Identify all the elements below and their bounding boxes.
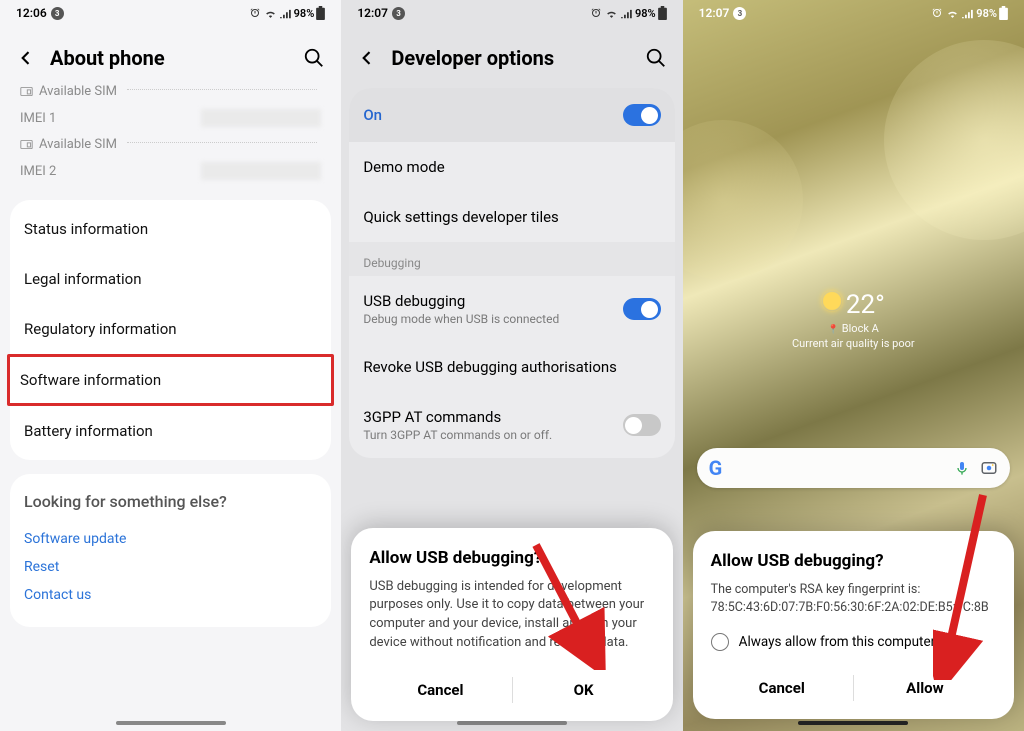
phone-screen-about: 12:06 3 98% About phone Available SIM IM… (0, 0, 341, 731)
battery-icon (316, 6, 325, 20)
imei-1-value-redacted (201, 109, 321, 127)
item-quick-tiles[interactable]: Quick settings developer tiles (349, 192, 674, 242)
device-info-block: Available SIM IMEI 1 Available SIM IMEI … (0, 84, 341, 190)
google-logo-icon: G (709, 456, 723, 480)
page-header: About phone (0, 26, 341, 84)
usb-debug-sub: Debug mode when USB is connected (363, 312, 559, 326)
wifi-icon (264, 8, 277, 19)
imei-2-value-redacted (201, 162, 321, 180)
item-revoke-auth[interactable]: Revoke USB debugging authorisations (349, 342, 674, 392)
usb-debug-dialog: Allow USB debugging? USB debugging is in… (351, 528, 672, 721)
phone-screen-lockscreen-dialog: 12:07 3 98% 22° 📍 Block A Current air qu… (683, 0, 1024, 731)
link-software-update[interactable]: Software update (24, 525, 317, 553)
battery-icon (658, 6, 667, 20)
location-pin-icon: 📍 (828, 325, 839, 335)
toggle-off-icon[interactable] (623, 414, 661, 436)
page-header: Developer options (341, 26, 682, 84)
toggle-on-icon[interactable] (623, 298, 661, 320)
weather-widget[interactable]: 22° 📍 Block A Current air quality is poo… (683, 290, 1024, 350)
battery-icon (999, 6, 1008, 20)
available-sim-2: Available SIM (39, 137, 117, 152)
air-quality: Current air quality is poor (683, 337, 1024, 350)
phone-screen-dev-options: 12:07 3 98% Developer options On Demo mo… (341, 0, 682, 731)
battery-percent: 98% (294, 7, 315, 20)
sun-icon (822, 291, 842, 311)
status-bar: 12:07 3 98% (341, 0, 682, 26)
item-3gpp-commands[interactable]: 3GPP AT commands Turn 3GPP AT commands o… (349, 392, 674, 458)
location-name: Block A (842, 322, 879, 335)
signal-icon (280, 8, 292, 19)
item-software-info[interactable]: Software information (7, 354, 334, 406)
dialog-body: USB debugging is intended for developmen… (369, 578, 654, 653)
wifi-icon (605, 8, 618, 19)
imei-2-label: IMEI 2 (20, 164, 56, 179)
notification-dot-icon: 3 (392, 7, 405, 20)
dialog-title: Allow USB debugging? (369, 548, 654, 568)
notification-dot-icon: 3 (733, 7, 746, 20)
wallpaper-bokeh (683, 120, 803, 280)
notification-dot-icon: 3 (51, 7, 64, 20)
section-debugging: Debugging (349, 242, 674, 276)
search-icon[interactable] (645, 47, 667, 69)
related-links-card: Looking for something else? Software upd… (10, 474, 331, 627)
cancel-button[interactable]: Cancel (711, 667, 853, 709)
sim-icon (20, 86, 33, 97)
gpp-sub: Turn 3GPP AT commands on or off. (363, 428, 552, 442)
wifi-icon (946, 8, 959, 19)
alarm-icon (249, 7, 261, 19)
item-status-info[interactable]: Status information (10, 204, 331, 254)
status-bar: 12:06 3 98% (0, 0, 341, 26)
battery-percent: 98% (976, 7, 997, 20)
related-title: Looking for something else? (24, 492, 317, 511)
status-time: 12:07 (699, 6, 730, 20)
info-list-card: Status information Legal information Reg… (10, 200, 331, 460)
item-regulatory-info[interactable]: Regulatory information (10, 304, 331, 354)
battery-percent: 98% (635, 7, 656, 20)
sim-icon (20, 139, 33, 150)
signal-icon (962, 8, 974, 19)
home-indicator[interactable] (798, 721, 908, 725)
item-legal-info[interactable]: Legal information (10, 254, 331, 304)
item-demo-mode[interactable]: Demo mode (349, 142, 674, 192)
page-title: About phone (50, 46, 289, 70)
alarm-icon (931, 7, 943, 19)
ok-button[interactable]: OK (513, 669, 655, 711)
item-battery-info[interactable]: Battery information (10, 406, 331, 456)
back-icon[interactable] (357, 48, 377, 68)
link-contact-us[interactable]: Contact us (24, 581, 317, 609)
search-icon[interactable] (303, 47, 325, 69)
status-time: 12:06 (16, 6, 47, 20)
lens-icon[interactable] (980, 459, 998, 477)
mic-icon[interactable] (954, 459, 970, 477)
gpp-title: 3GPP AT commands (363, 408, 501, 426)
checkbox-icon[interactable] (711, 633, 729, 651)
dev-options-master-toggle[interactable]: On (349, 88, 674, 142)
settings-list: On Demo mode Quick settings developer ti… (349, 88, 674, 458)
home-indicator[interactable] (116, 721, 226, 725)
link-reset[interactable]: Reset (24, 553, 317, 581)
item-usb-debugging[interactable]: USB debugging Debug mode when USB is con… (349, 276, 674, 342)
annotation-arrow-icon (933, 490, 993, 680)
page-title: Developer options (391, 46, 630, 70)
toggle-on-icon[interactable] (623, 104, 661, 126)
google-search-bar[interactable]: G (697, 448, 1010, 488)
alarm-icon (590, 7, 602, 19)
status-icons (249, 7, 292, 19)
temperature: 22° (846, 290, 885, 320)
wallpaper-bokeh (884, 40, 1024, 240)
cancel-button[interactable]: Cancel (369, 669, 511, 711)
back-icon[interactable] (16, 48, 36, 68)
signal-icon (621, 8, 633, 19)
always-allow-label: Always allow from this computer (739, 634, 936, 650)
imei-1-label: IMEI 1 (20, 111, 56, 126)
status-bar: 12:07 3 98% (683, 0, 1024, 26)
home-indicator[interactable] (457, 721, 567, 725)
available-sim-1: Available SIM (39, 84, 117, 99)
status-time: 12:07 (357, 6, 388, 20)
annotation-arrow-icon (521, 540, 611, 670)
usb-debug-title: USB debugging (363, 292, 465, 310)
on-label: On (363, 106, 382, 124)
